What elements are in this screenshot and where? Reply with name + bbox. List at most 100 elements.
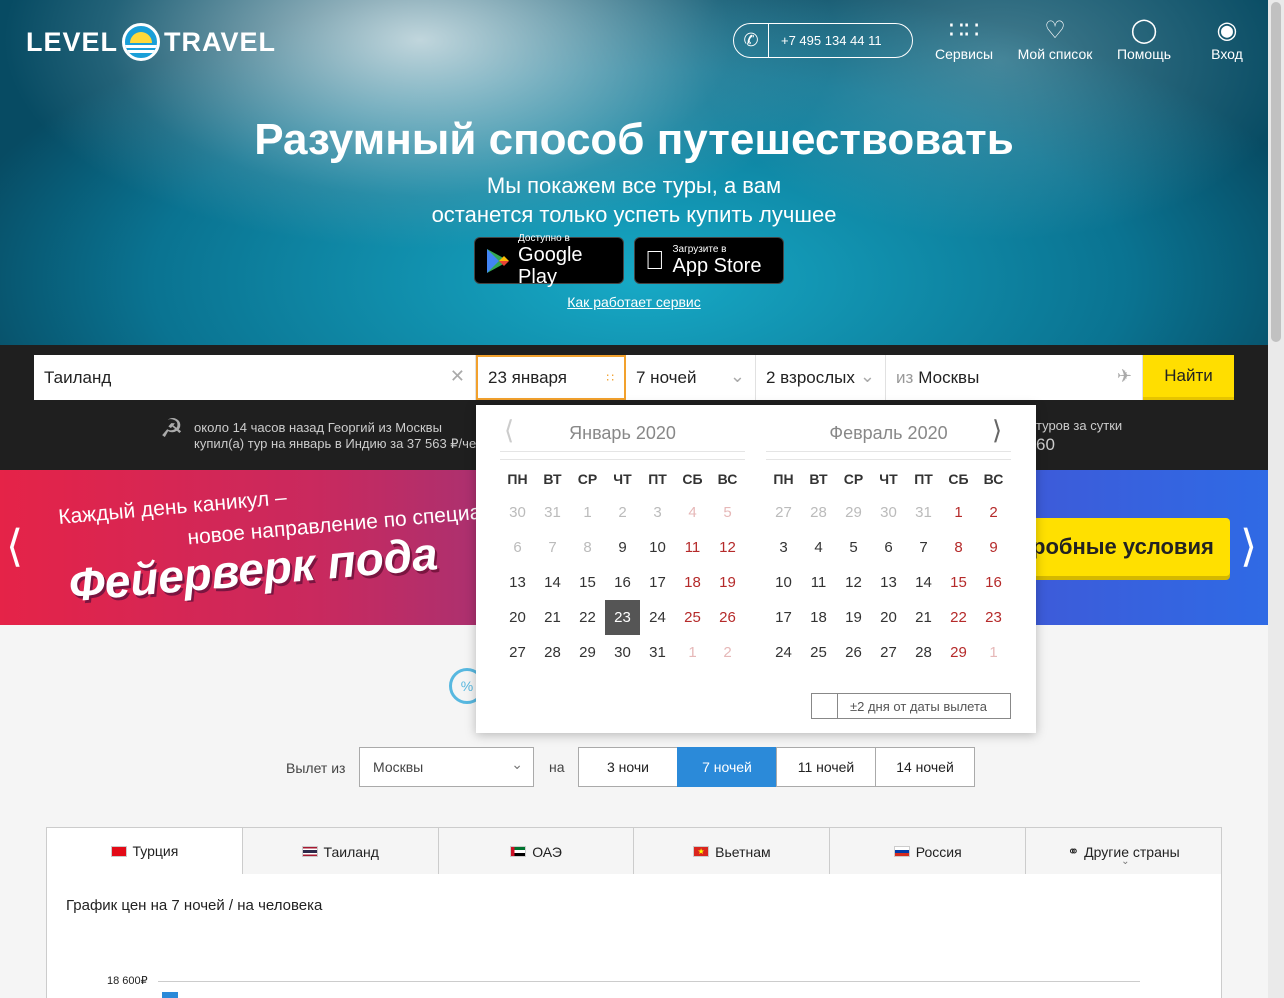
guests-select[interactable]: 2 взрослых ⌄ (756, 355, 886, 400)
tab-other-countries[interactable]: ⚭ Другие страны ⌄ (1026, 828, 1221, 875)
banner-prev-arrow[interactable]: ⟨ (6, 525, 23, 569)
logo[interactable]: LEVEL TRAVEL (26, 22, 276, 62)
from-city-value: Москвы (918, 367, 980, 387)
calendar-day[interactable]: 16 (976, 565, 1011, 600)
calendar-day[interactable]: 25 (675, 600, 710, 635)
calendar-day[interactable]: 15 (941, 565, 976, 600)
calendar-day[interactable]: 20 (871, 600, 906, 635)
from-city-input[interactable]: из Москвы ✈ (886, 355, 1143, 400)
calendar-day[interactable]: 24 (766, 635, 801, 670)
destination-input[interactable]: Таиланд ✕ (34, 355, 476, 400)
tab-uae[interactable]: ОАЭ (439, 828, 635, 875)
date-input[interactable]: 23 января ∷ (476, 355, 626, 400)
calendar-day[interactable]: 9 (605, 530, 640, 565)
calendar-day[interactable]: 13 (500, 565, 535, 600)
calendar-day[interactable]: 26 (836, 635, 871, 670)
calendar-day[interactable]: 12 (710, 530, 745, 565)
calendar-day: 28 (810, 504, 827, 521)
calendar-day[interactable]: 18 (801, 600, 836, 635)
calendar-day[interactable]: 7 (906, 530, 941, 565)
calendar-day: 8 (583, 539, 592, 556)
grid-icon: ∷∷ (948, 17, 980, 44)
calendar-day[interactable]: 28 (535, 635, 570, 670)
calendar-day[interactable]: 12 (836, 565, 871, 600)
calendar-day[interactable]: 23 (976, 600, 1011, 635)
chart-ytick: 18 600₽ (107, 975, 148, 987)
checkbox-icon[interactable] (812, 694, 838, 718)
calendar-day[interactable]: 25 (801, 635, 836, 670)
tab-thailand[interactable]: Таиланд (243, 828, 439, 875)
calendar-day[interactable]: 22 (570, 600, 605, 635)
calendar-day[interactable]: 29 (941, 635, 976, 670)
calendar-day[interactable]: 18 (675, 565, 710, 600)
calendar-day[interactable]: 4 (801, 530, 836, 565)
banner-next-arrow[interactable]: ⟩ (1240, 525, 1257, 569)
nights-option-3[interactable]: 3 ночи (578, 747, 678, 787)
calendar-day[interactable]: 13 (871, 565, 906, 600)
nav-services[interactable]: ∷∷ Сервисы (935, 18, 993, 66)
calendar-day[interactable]: 6 (871, 530, 906, 565)
nights-select[interactable]: 7 ночей ⌄ (626, 355, 756, 400)
calendar-day[interactable]: 10 (640, 530, 675, 565)
calendar-day[interactable]: 2 (976, 495, 1011, 530)
calendar-day[interactable]: 14 (906, 565, 941, 600)
calendar-day[interactable]: 14 (535, 565, 570, 600)
calendar-day[interactable]: 20 (500, 600, 535, 635)
calendar-day[interactable]: 24 (640, 600, 675, 635)
clear-icon[interactable]: ✕ (450, 366, 465, 387)
hero-subtitle-2: останется только успеть купить лучшее (431, 202, 837, 227)
from-dropdown[interactable]: Москвы ⌄ (359, 747, 534, 787)
nights-option-7[interactable]: 7 ночей (677, 747, 777, 787)
nights-option-11[interactable]: 11 ночей (776, 747, 876, 787)
calendar-day[interactable]: 15 (570, 565, 605, 600)
chart-bar[interactable] (162, 992, 178, 998)
calendar-day[interactable]: 16 (605, 565, 640, 600)
calendar-day[interactable]: 19 (710, 565, 745, 600)
calendar-day[interactable]: 31 (640, 635, 675, 670)
tab-turkey[interactable]: Турция (47, 828, 243, 875)
nights-option-14[interactable]: 14 ночей (875, 747, 975, 787)
calendar-day[interactable]: 1 (941, 495, 976, 530)
nav-help[interactable]: ◯ Помощь (1116, 18, 1172, 66)
how-it-works-link[interactable]: Как работает сервис (0, 294, 1268, 310)
calendar-day[interactable]: 26 (710, 600, 745, 635)
calendar-day[interactable]: 19 (836, 600, 871, 635)
calendar-day[interactable]: 11 (801, 565, 836, 600)
phone-button[interactable]: ✆ +7 495 134 44 11 (733, 23, 913, 58)
calendar-day[interactable]: 28 (906, 635, 941, 670)
calendar-day[interactable]: 3 (766, 530, 801, 565)
tab-vietnam[interactable]: ★ Вьетнам (634, 828, 831, 875)
calendar-popup: ⟨ ⟩ Январь 2020 ПН ВТ СР ЧТ ПТ СБ ВС 30 31 1 2 3 4 5… (476, 405, 1036, 733)
chart-title: График цен на 7 ночей / на человека (66, 897, 323, 914)
calendar-day[interactable]: 27 (500, 635, 535, 670)
weekday-header: СБ (948, 471, 969, 487)
calendar-day[interactable]: 17 (766, 600, 801, 635)
nav-login[interactable]: ◉ Вход (1209, 18, 1245, 66)
calendar-day[interactable]: 22 (941, 600, 976, 635)
ticker-figure-icon: ☭ (160, 413, 184, 443)
calendar-day[interactable]: 29 (570, 635, 605, 670)
calendar-day[interactable]: 5 (836, 530, 871, 565)
flex-dates-checkbox[interactable]: ±2 дня от даты вылета (811, 693, 1011, 719)
calendar-day[interactable]: 17 (640, 565, 675, 600)
nav-my-list[interactable]: ♡ Мой список (1017, 18, 1093, 66)
calendar-day: 4 (688, 504, 697, 521)
calendar-day[interactable]: 10 (766, 565, 801, 600)
calendar-day[interactable]: 21 (906, 600, 941, 635)
scrollbar[interactable] (1268, 0, 1284, 998)
google-play-button[interactable]: Доступно в Google Play (474, 233, 624, 288)
calendar-day[interactable]: 21 (535, 600, 570, 635)
tab-russia[interactable]: Россия (830, 828, 1027, 875)
app-store-button[interactable]:  Загрузите вApp Store (634, 237, 784, 284)
search-button[interactable]: Найти (1143, 355, 1234, 400)
banner-cta[interactable]: робные условия (1020, 518, 1230, 576)
calendar-day: 2 (723, 644, 732, 661)
calendar-day: 30 (880, 504, 897, 521)
calendar-day[interactable]: 8 (941, 530, 976, 565)
calendar-day[interactable]: 27 (871, 635, 906, 670)
calendar-day[interactable]: 30 (605, 635, 640, 670)
calendar-day-selected[interactable]: 23 (605, 600, 640, 635)
calendar-day[interactable]: 11 (675, 530, 710, 565)
scrollbar-thumb[interactable] (1271, 2, 1281, 342)
calendar-day[interactable]: 9 (976, 530, 1011, 565)
